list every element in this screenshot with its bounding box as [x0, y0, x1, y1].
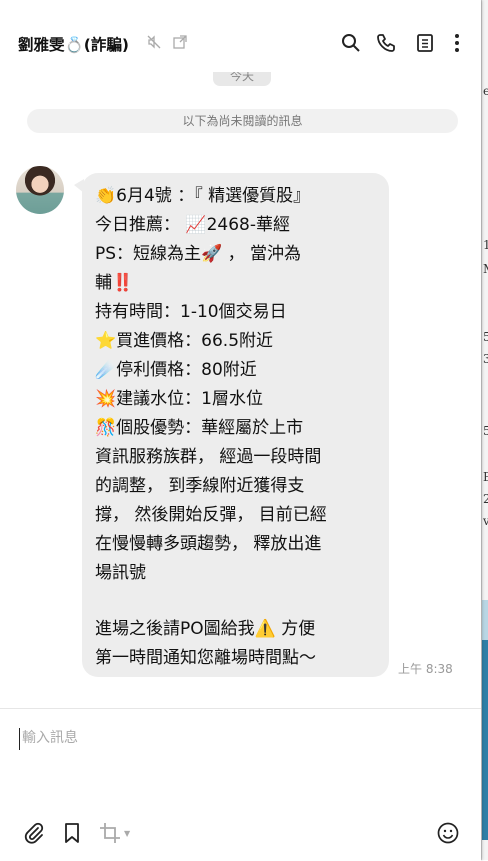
date-divider: 今天 — [213, 72, 271, 86]
call-icon[interactable] — [376, 33, 396, 53]
bg-fragment: M — [483, 262, 488, 276]
notes-icon[interactable] — [415, 33, 435, 53]
background-window: e 1 M 5 3 5 E 2 v — [481, 0, 488, 860]
message-line: 資訊服務族群， 經過一段時間 — [95, 447, 322, 467]
message-line: 的調整， 到季線附近獲得支 — [95, 476, 305, 496]
chevron-down-icon[interactable]: ▼ — [124, 829, 130, 838]
message-line: 持有時間：1-10個交易日 — [95, 302, 287, 322]
message-line: ☄️停利價格：80附近 — [95, 360, 257, 380]
message-line: 🎊個股優勢：華經屬於上市 — [95, 418, 304, 438]
bg-fragment: E — [483, 470, 488, 484]
bg-fragment: 1 — [483, 238, 488, 252]
message-time: 上午 8:38 — [398, 662, 453, 676]
paperclip-icon[interactable] — [23, 822, 45, 844]
emoji-icon[interactable] — [437, 822, 459, 844]
bg-fragment: 3 — [483, 352, 488, 366]
message-line: ⭐買進價格：66.5附近 — [95, 331, 274, 351]
message-line: 輔‼️ — [95, 273, 134, 293]
bg-fragment: 2 — [483, 492, 488, 506]
message-line: PS：短線為主🚀 ， 當沖為 — [95, 244, 302, 264]
search-icon[interactable] — [341, 33, 361, 53]
screenshot-crop-icon[interactable] — [99, 822, 121, 844]
message-line: 今日推薦： 📈2468-華經 — [95, 215, 290, 235]
bg-fragment: e — [483, 84, 488, 98]
avatar[interactable] — [16, 166, 64, 214]
contact-name[interactable]: 劉雅雯💍(詐騙) — [18, 33, 129, 55]
unread-divider: 以下為尚未閱讀的訊息 — [27, 109, 458, 133]
text-caret — [19, 728, 20, 750]
bookmark-icon[interactable] — [61, 822, 83, 844]
message-line: 進場之後請PO圖給我⚠️ 方便 — [95, 619, 316, 639]
message-line: 場訊號 — [95, 563, 146, 583]
message-line: 👏6月4號 ：『 精選優質股』 — [95, 186, 311, 206]
message-line: 💥建議水位：1層水位 — [95, 389, 263, 409]
bg-fragment: 5 — [483, 330, 488, 344]
popout-icon[interactable] — [172, 34, 188, 50]
chat-window: 劉雅雯💍(詐騙) 今天 以下為尚未閱讀的訊息 👏6月4號 ：『 精選優質股』 今… — [0, 0, 481, 861]
bg-fragment: 5 — [483, 424, 488, 438]
message-input[interactable]: 輸入訊息 — [22, 727, 78, 747]
message-line: 在慢慢轉多頭趨勢， 釋放出進 — [95, 534, 322, 554]
bg-image-strip — [482, 640, 488, 840]
more-options-icon[interactable] — [447, 33, 467, 53]
composer[interactable]: 輸入訊息 ▼ — [0, 708, 481, 861]
bg-fragment: v — [483, 514, 488, 528]
muted-icon — [146, 34, 162, 50]
message-line: 撐， 然後開始反彈， 目前已經 — [95, 505, 327, 525]
message-bubble[interactable]: 👏6月4號 ：『 精選優質股』 今日推薦： 📈2468-華經 PS：短線為主🚀 … — [74, 173, 389, 677]
message-line: 第一時間通知您離場時間點～ — [95, 648, 316, 668]
bg-image-strip — [482, 600, 488, 640]
